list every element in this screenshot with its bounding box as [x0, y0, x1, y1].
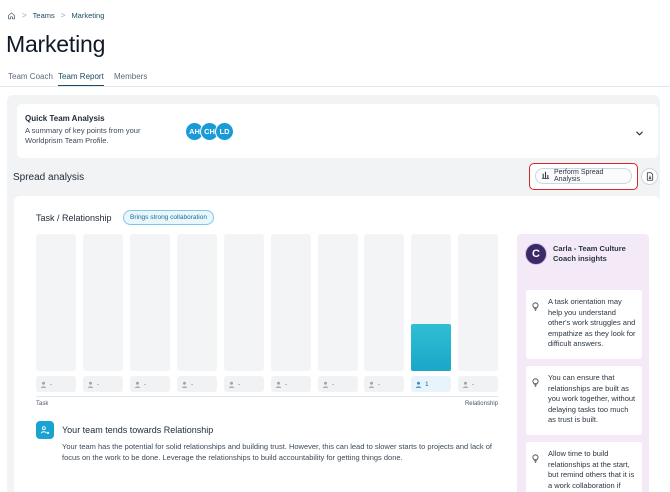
spread-column-10	[458, 234, 498, 371]
tab-team-report[interactable]: Team Report	[58, 72, 104, 86]
spread-column-6	[271, 234, 311, 371]
perform-spread-analysis-button[interactable]: Perform Spread Analysis	[535, 168, 632, 184]
quick-analysis-title: Quick Team Analysis	[25, 114, 105, 123]
team-insight-icon	[36, 421, 54, 439]
person-icon	[415, 381, 422, 388]
column-count[interactable]: -	[36, 376, 76, 392]
coach-tip-text: You can ensure that relationships are bu…	[548, 373, 636, 425]
person-icon	[462, 381, 469, 388]
chevron-down-icon[interactable]	[635, 125, 644, 143]
column-count-value: 1	[425, 380, 429, 388]
tab-members[interactable]: Members	[114, 72, 147, 85]
breadcrumb-item-teams[interactable]: Teams	[33, 11, 55, 20]
breadcrumb: > Teams > Marketing	[7, 9, 104, 21]
home-icon[interactable]	[7, 11, 16, 20]
bar-chart-icon	[541, 171, 550, 181]
column-count[interactable]: -	[458, 376, 498, 392]
person-icon	[40, 381, 47, 388]
spread-column-8	[364, 234, 404, 371]
spread-column-1	[36, 234, 76, 371]
column-count[interactable]: 1	[411, 376, 451, 392]
column-count-value: -	[50, 380, 53, 388]
column-count-value: -	[144, 380, 147, 388]
column-count-value: -	[285, 380, 288, 388]
quick-analysis-description: A summary of key points from your Worldp…	[25, 126, 141, 145]
spread-analysis-highlight: Perform Spread Analysis	[529, 163, 638, 190]
tab-team-coach[interactable]: Team Coach	[8, 72, 53, 85]
column-count[interactable]: -	[364, 376, 404, 392]
column-count-value: -	[472, 380, 475, 388]
column-count-value: -	[332, 380, 335, 388]
spread-column-3	[130, 234, 170, 371]
column-count[interactable]: -	[177, 376, 217, 392]
avatar[interactable]: LD	[215, 122, 234, 141]
axis-label-relationship: Relationship	[464, 401, 498, 407]
perform-spread-analysis-label: Perform Spread Analysis	[554, 169, 604, 183]
coach-tip-text: Allow time to build relationships at the…	[548, 449, 635, 490]
person-icon	[134, 381, 141, 388]
page-title: Marketing	[6, 31, 106, 57]
person-icon	[275, 381, 282, 388]
lightbulb-icon	[532, 298, 539, 316]
coach-tip-text: A task orientation may help you understa…	[548, 297, 636, 349]
column-count-value: -	[97, 380, 100, 388]
column-count[interactable]: -	[224, 376, 264, 392]
coach-title: Carla - Team Culture Coach insights	[553, 244, 626, 263]
person-icon	[322, 381, 329, 388]
coach-avatar: C	[525, 243, 547, 265]
breadcrumb-item-marketing[interactable]: Marketing	[71, 11, 104, 20]
breadcrumb-separator: >	[60, 10, 66, 20]
spread-column-9	[411, 234, 451, 371]
lightbulb-icon	[532, 450, 539, 468]
column-count[interactable]: -	[271, 376, 311, 392]
task-relationship-title: Task / Relationship	[36, 213, 112, 223]
coach-tip: You can ensure that relationships are bu…	[526, 366, 642, 435]
quick-team-analysis-card[interactable]: Quick Team Analysis A summary of key poi…	[17, 104, 658, 158]
lightbulb-icon	[532, 374, 539, 392]
insight-body: Your team has the potential for solid re…	[62, 442, 492, 462]
coach-insights-panel: C Carla - Team Culture Coach insights A …	[517, 234, 649, 492]
collaboration-badge: Brings strong collaboration	[123, 210, 214, 225]
person-icon	[228, 381, 235, 388]
breadcrumb-separator: >	[22, 10, 27, 20]
insight-title: Your team tends towards Relationship	[62, 425, 214, 435]
tab-bar: Team Coach Team Report Members	[0, 70, 670, 87]
document-export-icon	[646, 168, 654, 186]
column-count[interactable]: -	[130, 376, 170, 392]
spread-analysis-title: Spread analysis	[13, 172, 85, 183]
column-count-value: -	[238, 380, 241, 388]
person-icon	[368, 381, 375, 388]
spread-column-2	[83, 234, 123, 371]
column-count[interactable]: -	[83, 376, 123, 392]
spread-column-7	[318, 234, 358, 371]
person-icon	[87, 381, 94, 388]
coach-tip: Allow time to build relationships at the…	[526, 442, 642, 492]
export-button[interactable]	[641, 168, 658, 185]
column-count[interactable]: -	[318, 376, 358, 392]
coach-tip: A task orientation may help you understa…	[526, 290, 642, 359]
axis-label-task: Task	[36, 401, 49, 407]
spread-column-4	[177, 234, 217, 371]
column-count-value: -	[191, 380, 194, 388]
person-icon	[181, 381, 188, 388]
column-count-value: -	[378, 380, 381, 388]
column-fill	[411, 324, 451, 371]
spread-column-5	[224, 234, 264, 371]
spread-axis-line	[36, 396, 498, 397]
